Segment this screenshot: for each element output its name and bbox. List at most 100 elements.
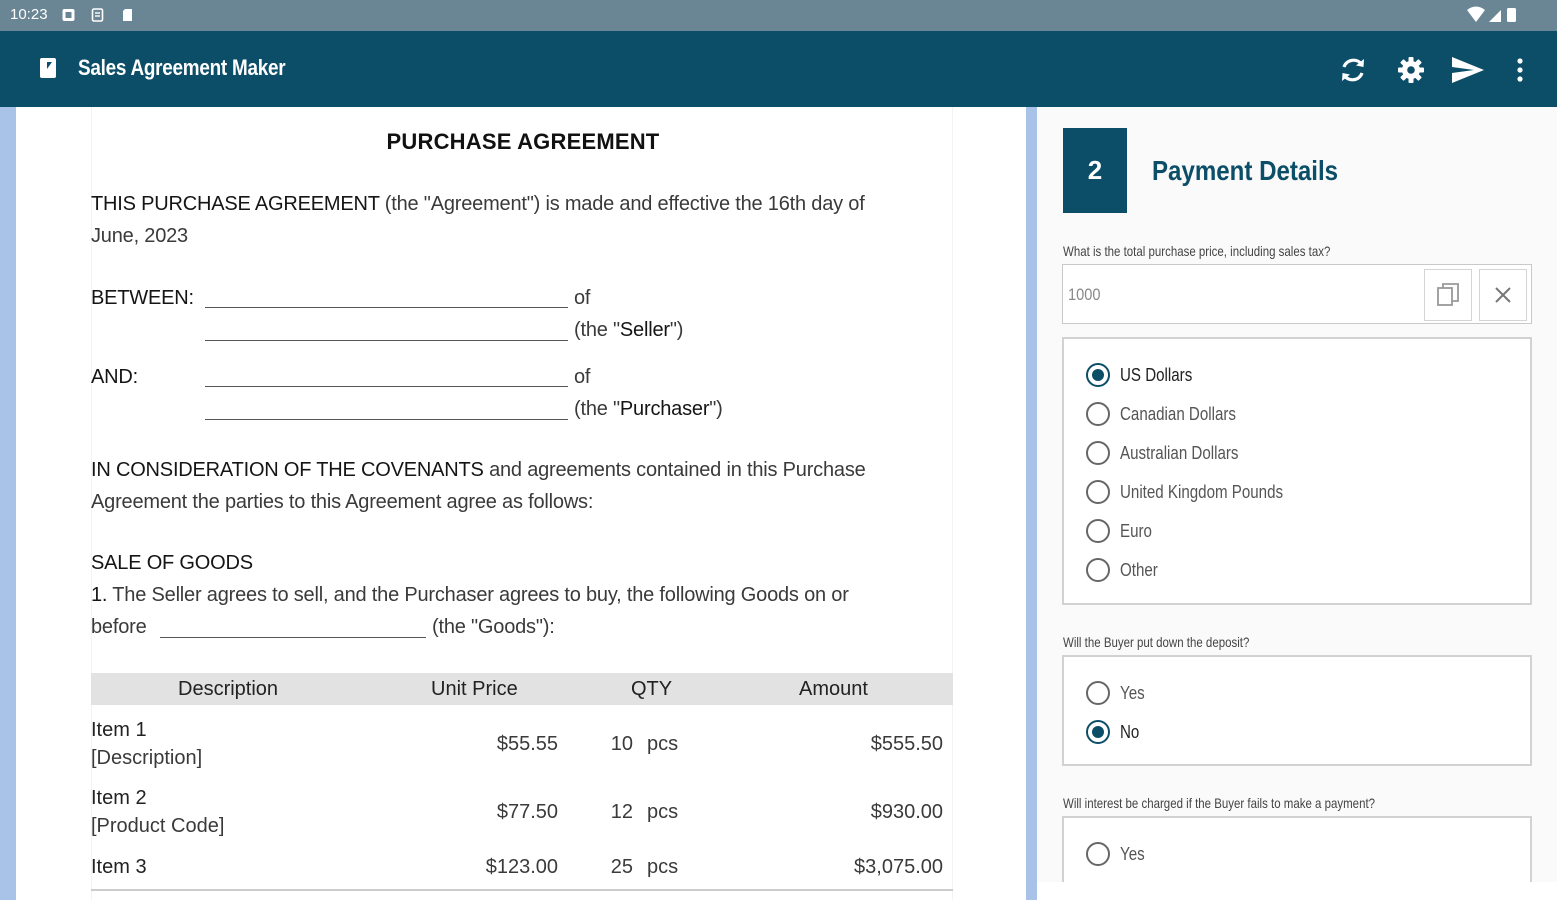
item-qty: 25 bbox=[610, 856, 633, 878]
send-button[interactable] bbox=[1449, 51, 1487, 89]
item-amount: $930.00 bbox=[870, 801, 943, 823]
sd-card-icon bbox=[123, 9, 132, 21]
clause-1: 1. The Seller agrees to sell, and the Pu… bbox=[91, 584, 849, 607]
currency-option-uk-pounds[interactable]: United Kingdom Pounds bbox=[1086, 478, 1314, 506]
currency-option-canadian-dollars[interactable]: Canadian Dollars bbox=[1086, 400, 1258, 428]
copy-icon bbox=[1437, 283, 1459, 306]
purchaser-close-quote: ") bbox=[709, 398, 723, 420]
item-unit: pcs bbox=[647, 801, 679, 823]
refresh-button[interactable] bbox=[1334, 51, 1372, 89]
purchaser-designation: (the "Purchaser") bbox=[574, 398, 723, 421]
item-unit-price: $123.00 bbox=[485, 856, 558, 878]
seller-name-blank[interactable] bbox=[205, 307, 568, 308]
price-input[interactable] bbox=[1068, 283, 1369, 307]
seller-designation: (the "Seller") bbox=[574, 319, 683, 342]
item-amount: $3,075.00 bbox=[854, 856, 943, 878]
col-description: Description bbox=[178, 678, 279, 700]
consideration-strong: IN CONSIDERATION OF THE COVENANTS bbox=[91, 459, 484, 481]
currency-option-euro[interactable]: Euro bbox=[1086, 517, 1158, 545]
copy-button[interactable] bbox=[1424, 269, 1472, 321]
radio-unchecked-icon bbox=[1086, 681, 1110, 705]
clause-text: The Seller agrees to sell, and the Purch… bbox=[112, 584, 849, 606]
radio-checked-icon bbox=[1086, 363, 1110, 387]
radio-unchecked-icon bbox=[1086, 519, 1110, 543]
sale-of-goods-heading: SALE OF GOODS bbox=[91, 552, 253, 574]
seller-open-quote: (the " bbox=[574, 319, 620, 341]
item-unit: pcs bbox=[647, 733, 679, 755]
goods-table-header: Description Unit Price QTY Amount bbox=[91, 673, 953, 705]
option-label: US Dollars bbox=[1120, 364, 1193, 385]
currency-option-us-dollars[interactable]: US Dollars bbox=[1086, 361, 1206, 389]
currency-radio-group: US Dollars Canadian Dollars Australian D… bbox=[1062, 337, 1532, 605]
intro-strong: THIS PURCHASE AGREEMENT bbox=[91, 193, 380, 215]
radio-unchecked-icon bbox=[1086, 558, 1110, 582]
item-unit-price: $55.55 bbox=[496, 733, 558, 755]
item-name: Item 3 bbox=[91, 856, 147, 878]
seller-close-quote: ") bbox=[669, 319, 684, 341]
option-label: Yes bbox=[1120, 682, 1145, 703]
item-sub: [Product Code] bbox=[91, 815, 225, 837]
clause-before: before bbox=[91, 616, 147, 638]
currency-option-other[interactable]: Other bbox=[1086, 556, 1165, 584]
pane-divider[interactable] bbox=[1026, 107, 1037, 900]
deposit-option-yes[interactable]: Yes bbox=[1086, 679, 1149, 707]
wifi-signal-battery-icons bbox=[1467, 6, 1516, 22]
deposit-option-no[interactable]: No bbox=[1086, 718, 1143, 746]
radio-unchecked-icon bbox=[1086, 480, 1110, 504]
col-amount: Amount bbox=[799, 678, 868, 700]
consideration-line-2: Agreement the parties to this Agreement … bbox=[91, 491, 594, 513]
item-sub: [Description] bbox=[91, 747, 203, 769]
option-label: Yes bbox=[1120, 843, 1145, 864]
col-unit-price: Unit Price bbox=[431, 678, 518, 700]
item-unit: pcs bbox=[647, 856, 679, 878]
notification-icon bbox=[62, 9, 75, 21]
item-name: Item 1 bbox=[91, 719, 147, 741]
consideration-paragraph: IN CONSIDERATION OF THE COVENANTS and ag… bbox=[91, 459, 866, 482]
interest-question: Will interest be charged if the Buyer fa… bbox=[1063, 795, 1376, 811]
more-vert-icon bbox=[1517, 58, 1523, 82]
radio-unchecked-icon bbox=[1086, 441, 1110, 465]
and-label: AND: bbox=[91, 366, 138, 388]
item-unit-price: $77.50 bbox=[496, 801, 558, 823]
item-qty: 10 bbox=[610, 733, 633, 755]
item-qty: 12 bbox=[610, 801, 633, 823]
seller-address-blank[interactable] bbox=[205, 340, 568, 341]
purchaser-open-quote: (the " bbox=[574, 398, 620, 420]
close-icon bbox=[1495, 287, 1511, 303]
section-title: Payment Details bbox=[1152, 155, 1339, 186]
document-app-icon bbox=[40, 58, 56, 78]
intro-rest: (the "Agreement") is made and effective … bbox=[384, 193, 865, 215]
radio-unchecked-icon bbox=[1086, 842, 1110, 866]
between-label: BETWEEN: bbox=[91, 287, 194, 309]
item-amount: $555.50 bbox=[870, 733, 943, 755]
document-scroll-gutter bbox=[0, 107, 16, 900]
option-label: Australian Dollars bbox=[1120, 442, 1239, 463]
option-label: No bbox=[1120, 721, 1140, 742]
price-field bbox=[1062, 264, 1532, 324]
status-bar: 10:23 bbox=[0, 0, 1557, 31]
option-label: Euro bbox=[1120, 520, 1152, 541]
app-title: Sales Agreement Maker bbox=[78, 55, 286, 80]
app-bar: Sales Agreement Maker bbox=[0, 31, 1557, 107]
radio-unchecked-icon bbox=[1086, 402, 1110, 426]
delivery-date-blank[interactable] bbox=[160, 637, 426, 638]
refresh-icon bbox=[1342, 58, 1364, 82]
interest-option-yes[interactable]: Yes bbox=[1086, 840, 1149, 868]
settings-button[interactable] bbox=[1392, 51, 1430, 89]
clear-button[interactable] bbox=[1479, 269, 1527, 321]
purchaser-address-blank[interactable] bbox=[205, 419, 568, 420]
clause-number: 1. bbox=[91, 584, 108, 606]
gear-icon bbox=[1398, 57, 1424, 83]
currency-option-australian-dollars[interactable]: Australian Dollars bbox=[1086, 439, 1261, 467]
table-bottom-rule bbox=[91, 889, 953, 891]
send-icon bbox=[1452, 57, 1484, 83]
status-time: 10:23 bbox=[10, 6, 48, 23]
price-question: What is the total purchase price, includ… bbox=[1063, 243, 1331, 259]
more-options-button[interactable] bbox=[1501, 51, 1539, 89]
purchaser-name-blank[interactable] bbox=[205, 386, 568, 387]
seller-word: Seller bbox=[619, 319, 670, 341]
option-label: Other bbox=[1120, 559, 1158, 580]
panel-bottom-fade bbox=[1037, 882, 1557, 900]
purchaser-of-label: of bbox=[574, 366, 591, 388]
option-label: United Kingdom Pounds bbox=[1120, 481, 1284, 502]
